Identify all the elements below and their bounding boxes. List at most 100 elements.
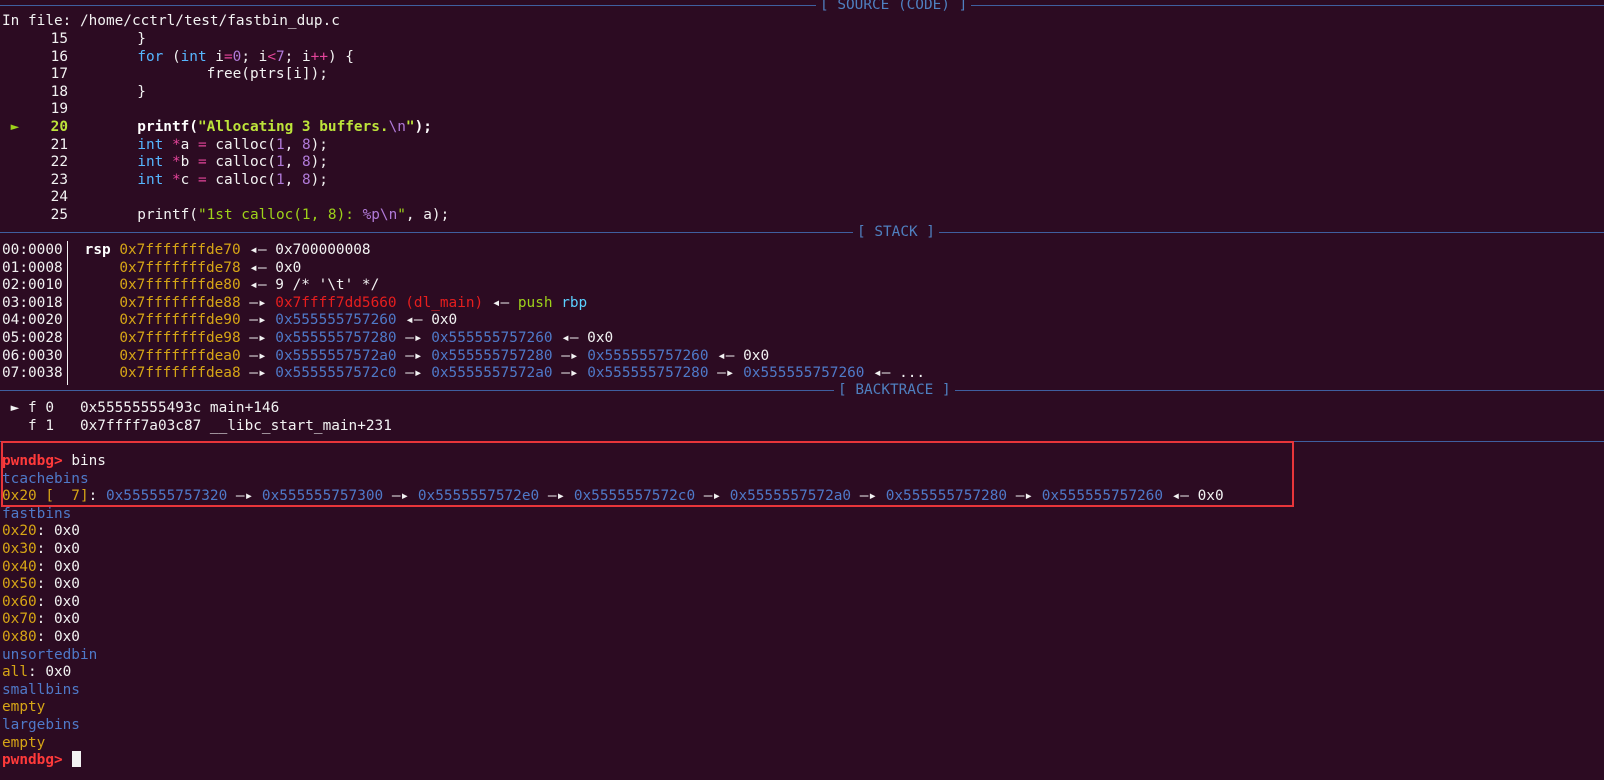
text-segment: 0x70: [2, 611, 37, 628]
text-segment: 0x30: [2, 541, 37, 557]
terminal-line: 0x80: 0x0: [2, 628, 80, 646]
text-segment: : 0x0: [36, 629, 80, 645]
text-segment: : 0x0: [36, 558, 80, 575]
text-segment: 0x60: [2, 593, 37, 610]
stack-row: 03:0018 0x7fffffffde88 —▸ 0x7ffff7dd5660…: [2, 294, 587, 312]
terminal-line: all: 0x0: [2, 663, 71, 681]
text-segment: ◂— 0x0: [708, 347, 770, 364]
text-segment: push: [517, 294, 553, 311]
text-segment: empty: [2, 734, 46, 751]
text-segment: [76, 260, 119, 276]
text-segment: 0x7fffffffde88: [119, 294, 241, 311]
text-segment: : 0x0: [36, 576, 80, 593]
stack-row: 07:0038 0x7fffffffdea8 —▸ 0x5555557572c0…: [2, 364, 925, 382]
stack-row: 01:0008 0x7fffffffde78 ◂— 0x0: [2, 259, 301, 277]
text-segment: pwndbg>: [2, 752, 72, 769]
text-segment: [76, 365, 119, 381]
text-segment: [163, 137, 172, 153]
source-line: 18 }: [2, 83, 146, 101]
text-segment: ++: [310, 48, 328, 65]
text-segment: 0: [232, 48, 242, 65]
text-segment: printf(: [68, 119, 198, 135]
text-segment: 0x7fffffffde90: [119, 312, 241, 329]
stack-offset: 02:0010: [2, 277, 63, 294]
text-segment: \n: [388, 119, 406, 135]
text-segment: [68, 154, 137, 170]
text-segment: ,: [284, 154, 302, 171]
text-segment: int: [180, 48, 207, 65]
source-line: 19: [2, 100, 68, 118]
current-line-arrow-icon: ►: [2, 119, 20, 135]
text-segment: 0x555555757280: [275, 330, 397, 346]
text-segment: [68, 137, 137, 153]
text-segment: i: [206, 48, 224, 65]
line-number: 18: [50, 83, 68, 100]
source-line: ► 20 printf("Allocating 3 buffers.\n");: [2, 118, 432, 136]
text-segment: 0x20: [2, 523, 37, 540]
line-number: 21: [50, 136, 68, 153]
text-segment: %p\n: [362, 207, 398, 223]
text-segment: [76, 295, 119, 311]
stack-offset: 00:0000: [2, 242, 63, 258]
text-segment: 0x7fffffffde70: [119, 242, 241, 258]
terminal-line: smallbins: [2, 681, 80, 699]
text-segment: *: [171, 171, 181, 188]
text-segment: 1: [275, 136, 285, 153]
text-segment: —▸: [396, 330, 432, 346]
text-segment: ◂—: [483, 294, 518, 311]
terminal-line: 0x30: 0x0: [2, 540, 80, 558]
text-segment: 0x5555557572a0: [275, 347, 397, 364]
line-number: 23: [50, 171, 68, 188]
source-file-label: In file: /home/cctrl/test/fastbin_dup.c: [2, 13, 340, 29]
text-segment: empty: [2, 699, 46, 716]
stack-row: 06:0030 0x7fffffffdea0 —▸ 0x5555557572a0…: [2, 347, 769, 365]
text-segment: —▸: [240, 312, 276, 329]
text-segment: 8: [301, 136, 311, 153]
frame-text: f 0 0x55555555493c main+146: [19, 400, 280, 416]
text-segment: (: [163, 48, 181, 65]
backtrace-header-rule: [0, 390, 1604, 391]
stack-offset: 03:0018: [2, 294, 63, 311]
current-frame-arrow-icon: ►: [2, 400, 20, 416]
text-segment: 8: [301, 171, 311, 188]
text-segment: ◂— 0x0: [396, 312, 458, 329]
text-segment: all: [2, 664, 28, 681]
text-segment: —▸: [240, 294, 276, 311]
text-segment: 0x80: [2, 629, 37, 645]
text-segment: 0x7fffffffde98: [119, 330, 241, 346]
text-segment: =: [197, 136, 207, 153]
text-segment: int: [137, 136, 164, 153]
text-segment: ": [397, 207, 406, 223]
source-header-rule: [0, 5, 1604, 6]
terminal-line: 0x40: 0x0: [2, 558, 80, 576]
text-segment: }: [68, 31, 146, 47]
text-segment: smallbins: [2, 681, 80, 698]
text-segment: ) {: [327, 48, 354, 65]
text-segment: calloc(: [206, 171, 276, 188]
stack-row: 05:0028 0x7fffffffde98 —▸ 0x555555757280…: [2, 329, 613, 347]
text-segment: —▸: [552, 347, 588, 364]
terminal-line: pwndbg>: [2, 751, 71, 769]
line-number: 25: [50, 207, 68, 223]
text-segment: 0x555555757280: [587, 365, 709, 382]
text-segment: —▸: [240, 365, 276, 382]
text-segment: 0x5555557572c0: [275, 365, 397, 382]
text-segment: 0x50: [2, 576, 37, 593]
text-segment: }: [68, 83, 146, 100]
text-segment: [553, 295, 562, 311]
text-segment: 8: [301, 154, 311, 171]
terminal-line: empty: [2, 698, 45, 716]
text-segment: b: [180, 154, 198, 171]
text-segment: ◂— 0x0: [552, 330, 614, 346]
source-line: 23 int *c = calloc(1, 8);: [2, 171, 328, 189]
text-segment: 0x555555757260: [275, 312, 397, 329]
source-line: 25 printf("1st calloc(1, 8): %p\n", a);: [2, 206, 450, 224]
line-number: 16: [50, 48, 68, 65]
stack-offset: 01:0008: [2, 259, 63, 276]
stack-row: 00:0000 rsp 0x7fffffffde70 ◂— 0x70000000…: [2, 241, 371, 259]
text-segment: —▸: [396, 365, 432, 382]
text-segment: [76, 330, 119, 346]
text-segment: *: [171, 136, 181, 153]
text-segment: [68, 172, 137, 188]
source-line: 24: [2, 188, 68, 206]
